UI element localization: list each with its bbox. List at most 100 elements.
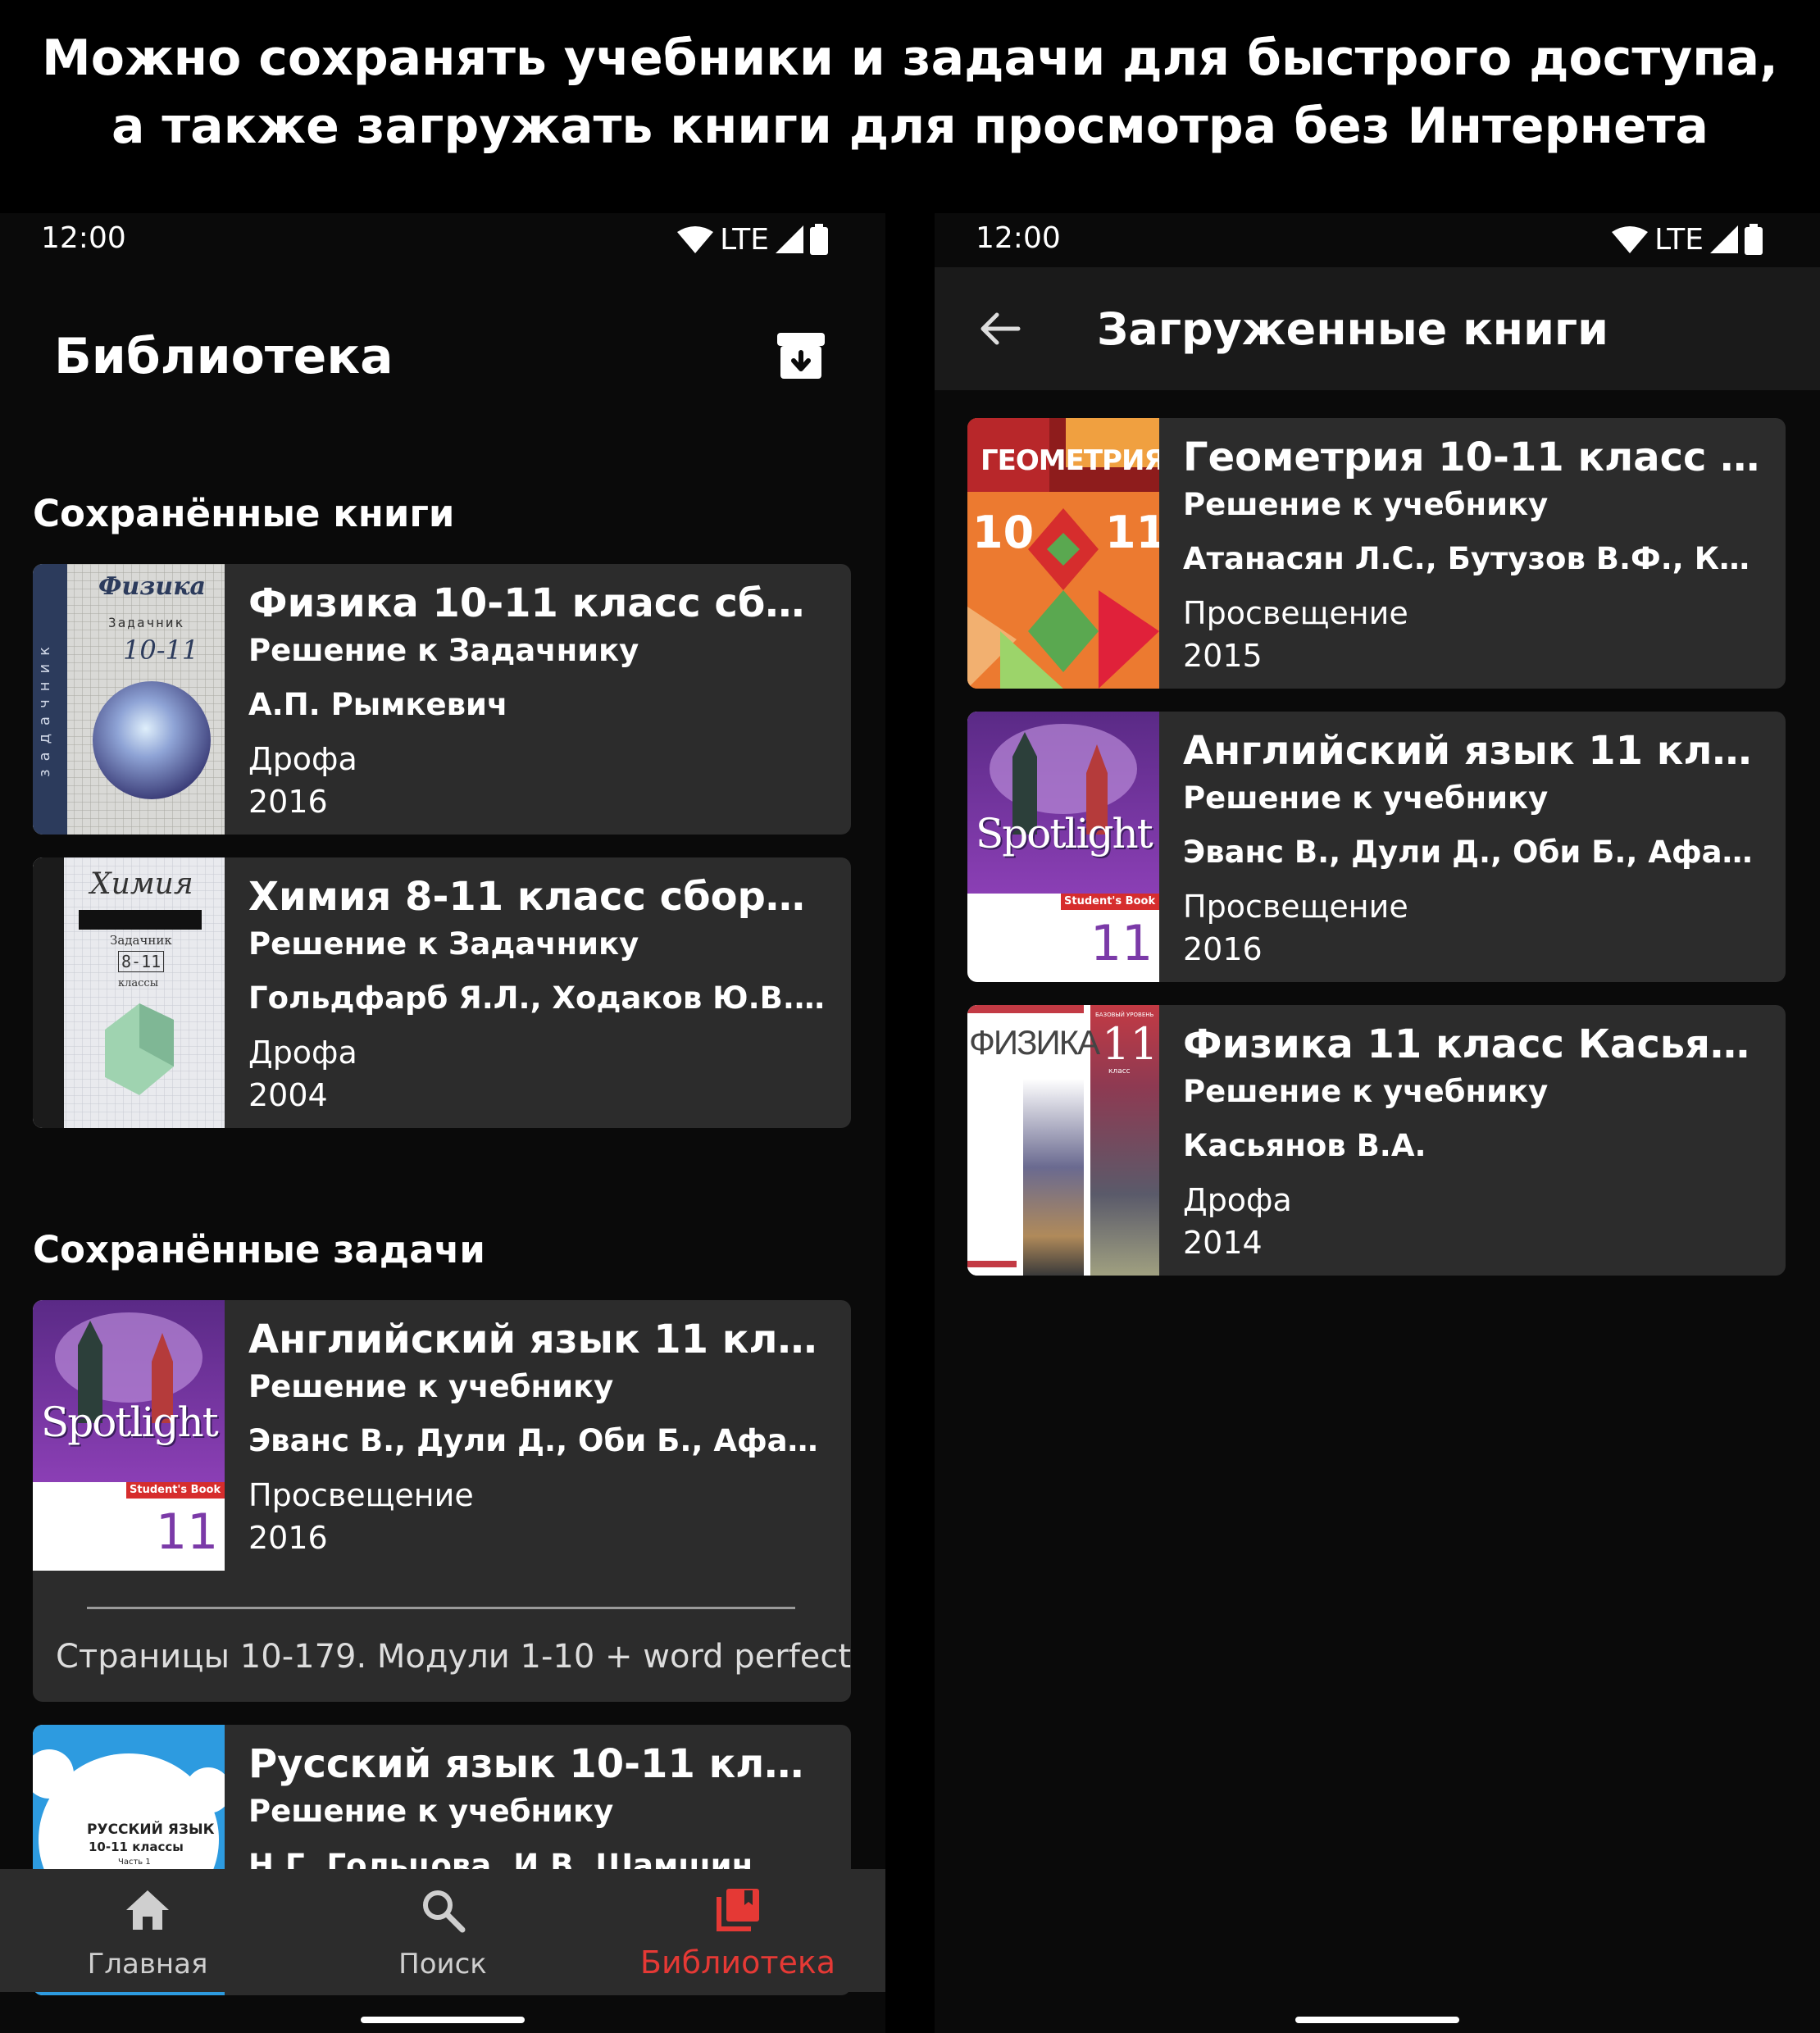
status-bar: 12:00 LTE — [0, 213, 885, 267]
cover-title: ГЕОМЕТРИЯ — [981, 444, 1159, 477]
physics-cover-art — [33, 564, 225, 835]
downloaded-book-card[interactable]: ФИЗИКА БАЗОВЫЙ УРОВЕНЬ 11 класс Физика 1… — [967, 1005, 1786, 1276]
book-publisher: Дрофа — [1183, 1182, 1292, 1218]
book-title: Химия 8-11 класс сборник задач Гольдфарб — [248, 874, 828, 920]
book-title: Физика 10-11 класс сборник задач Рымкеви… — [248, 580, 828, 626]
book-year: 2016 — [248, 1520, 328, 1556]
book-cover: ФИЗИКА БАЗОВЫЙ УРОВЕНЬ 11 класс — [967, 1005, 1159, 1276]
cover-badge: Student's Book — [130, 1484, 221, 1496]
divider — [87, 1607, 795, 1609]
cover-grade: 11 — [1102, 1018, 1158, 1070]
cover-badge: Student's Book — [1064, 895, 1156, 907]
search-icon — [423, 1890, 466, 1933]
book-title: Русский язык 10-11 класс Гольцова — [248, 1741, 828, 1787]
book-publisher: Просвещение — [1183, 595, 1408, 631]
nav-label: Поиск — [398, 1948, 487, 1981]
library-screen: 12:00 LTE Библиотека Сохранённые книги Ф… — [0, 213, 885, 2033]
cover-grade-right: 11 — [1105, 507, 1159, 558]
book-subtitle: Решение к Задачнику — [248, 926, 639, 962]
book-year: 2014 — [1183, 1225, 1263, 1261]
cover-title: ФИЗИКА — [969, 1023, 1100, 1062]
bottom-navigation: Главная Поиск Библиотека — [0, 1869, 885, 1992]
saved-task-card[interactable]: Spotlight Student's Book 11 Английский я… — [33, 1300, 851, 1702]
cover-title: Spotlight — [41, 1399, 219, 1446]
network-label: LTE — [1654, 222, 1704, 257]
cover-grade-word: классы — [118, 977, 159, 989]
library-icon — [717, 1889, 759, 1931]
nav-item-library[interactable]: Библиотека — [590, 1869, 885, 1992]
book-authors: А.П. Рымкевич — [248, 687, 508, 722]
page-title: Загруженные книги — [1097, 303, 1608, 355]
book-cover: Spotlight Student's Book 11 — [967, 712, 1159, 982]
book-publisher: Просвещение — [248, 1477, 474, 1513]
status-bar: 12:00 LTE — [935, 213, 1820, 267]
task-note: Страницы 10-179. Модули 1-10 + word perf… — [56, 1638, 851, 1676]
cover-kind: Задачник — [110, 933, 172, 948]
app-bar: Загруженные книги — [935, 267, 1820, 390]
nav-item-search[interactable]: Поиск — [295, 1869, 590, 1992]
downloads-screen: 12:00 LTE Загруженные книги ГЕОМЕТРИЯ 10… — [935, 213, 1820, 2033]
section-title-saved-books: Сохранённые книги — [33, 492, 455, 535]
book-authors: Гольдфарб Я.Л., Ходаков Ю.В., Додонов Ю.… — [248, 980, 828, 1016]
battery-icon — [810, 224, 828, 255]
cover-grade: 8-11 — [118, 951, 165, 972]
wifi-icon — [677, 226, 714, 253]
cover-title: РУССКИЙ ЯЗЫК — [87, 1822, 215, 1838]
downloaded-book-card[interactable]: Spotlight Student's Book 11 Английский я… — [967, 712, 1786, 982]
book-subtitle: Решение к учебнику — [248, 1794, 614, 1829]
book-subtitle: Решение к Задачнику — [248, 633, 639, 668]
saved-book-card[interactable]: Физика Задачник 10-11 задачник Физика 10… — [33, 564, 851, 835]
status-time: 12:00 — [41, 221, 126, 255]
archive-icon[interactable] — [772, 328, 830, 385]
cover-level: БАЗОВЫЙ УРОВЕНЬ — [1095, 1012, 1154, 1018]
home-indicator[interactable] — [361, 2017, 525, 2023]
status-icons: LTE — [677, 223, 828, 257]
book-title: Физика 11 класс Касьянов — [1183, 1021, 1763, 1067]
home-indicator[interactable] — [1295, 2017, 1459, 2023]
book-authors: Эванс В., Дули Д., Оби Б., Афанасьева О.… — [1183, 835, 1763, 870]
page-title: Библиотека — [54, 328, 394, 385]
book-year: 2016 — [248, 784, 328, 820]
book-cover: Химия Задачник 8-11 классы — [33, 857, 225, 1128]
book-subtitle: Решение к учебнику — [1183, 487, 1549, 522]
book-title: Английский язык 11 класс Spotlight — [248, 1317, 828, 1362]
book-cover: Физика Задачник 10-11 задачник — [33, 564, 225, 835]
book-year: 2004 — [248, 1077, 328, 1113]
cover-spine: задачник — [36, 638, 53, 777]
nav-label: Главная — [87, 1948, 208, 1981]
cover-grade: 11 — [156, 1503, 219, 1561]
cover-title: Физика — [98, 572, 206, 601]
cover-part: Часть 1 — [118, 1858, 151, 1867]
book-publisher: Дрофа — [248, 741, 357, 777]
cover-grade-word: класс — [1108, 1067, 1131, 1076]
status-time: 12:00 — [976, 221, 1061, 255]
status-icons: LTE — [1612, 222, 1763, 257]
book-publisher: Просвещение — [1183, 889, 1408, 925]
book-publisher: Дрофа — [248, 1035, 357, 1071]
book-year: 2015 — [1183, 638, 1263, 674]
back-arrow-icon[interactable] — [976, 304, 1025, 353]
book-subtitle: Решение к учебнику — [1183, 780, 1549, 816]
book-title: Геометрия 10-11 класс Атанасян — [1183, 434, 1763, 480]
nav-item-home[interactable]: Главная — [0, 1869, 295, 1992]
book-authors: Эванс В., Дули Д., Оби Б., Афанасьева О.… — [248, 1423, 828, 1458]
cover-kind: Задачник — [108, 615, 185, 630]
book-year: 2016 — [1183, 931, 1263, 967]
book-authors: Атанасян Л.С., Бутузов В.Ф., Кадомцев С.… — [1183, 541, 1763, 576]
cover-title: Spotlight — [976, 810, 1153, 857]
home-icon — [126, 1890, 169, 1930]
book-cover: Spotlight Student's Book 11 — [33, 1300, 225, 1571]
wifi-icon — [1612, 226, 1649, 253]
book-authors: Касьянов В.А. — [1183, 1128, 1426, 1163]
downloaded-book-card[interactable]: ГЕОМЕТРИЯ 10 11 Геометрия 10-11 класс Ат… — [967, 418, 1786, 689]
signal-icon — [776, 225, 803, 253]
headline-line-1: Можно сохранять учебники и задачи для бы… — [42, 30, 1778, 87]
saved-book-card[interactable]: Химия Задачник 8-11 классы Химия 8-11 кл… — [33, 857, 851, 1128]
cover-grade-left: 10 — [972, 507, 1035, 558]
book-subtitle: Решение к учебнику — [1183, 1074, 1549, 1109]
battery-icon — [1745, 224, 1763, 255]
cover-grade: 10-11 классы — [89, 1840, 184, 1854]
section-title-saved-tasks: Сохранённые задачи — [33, 1228, 485, 1271]
cover-title: Химия — [90, 867, 193, 901]
cover-grade: 11 — [1090, 915, 1153, 972]
